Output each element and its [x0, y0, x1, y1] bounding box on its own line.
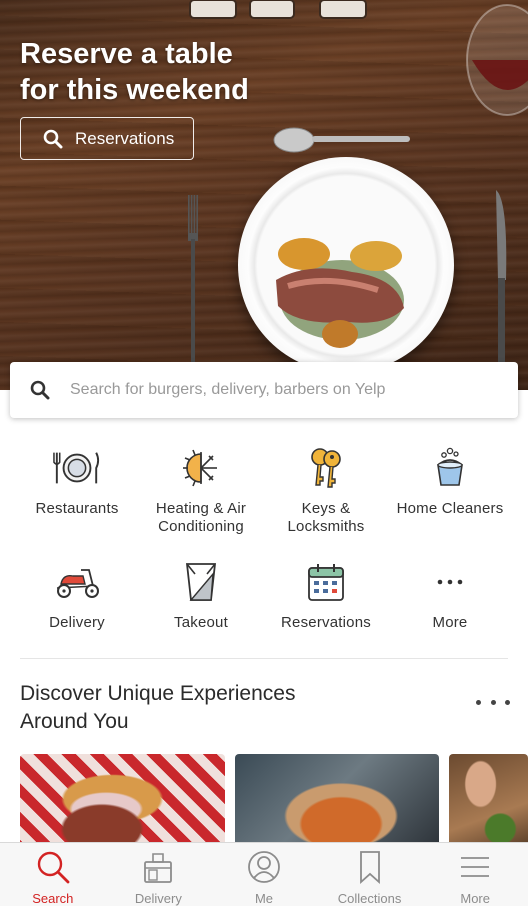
tab-search[interactable]: Search — [0, 843, 106, 906]
category-label: More — [432, 614, 468, 631]
experience-card[interactable] — [20, 754, 225, 854]
more-dot-icon — [505, 699, 510, 705]
cleaning-bucket-icon — [426, 444, 474, 492]
category-delivery[interactable]: Delivery — [15, 558, 139, 632]
tab-delivery[interactable]: Delivery — [106, 843, 212, 906]
tab-more[interactable]: More — [422, 843, 528, 906]
category-label: Home Cleaners — [396, 500, 504, 517]
sun-snowflake-icon — [177, 444, 225, 492]
category-label: Restaurants — [35, 500, 119, 517]
tab-label: More — [460, 891, 490, 906]
category-keys-locksmiths[interactable]: Keys & Locksmiths — [264, 444, 388, 536]
scooter-icon — [53, 558, 101, 606]
discover-title-line1: Discover Unique Experiences — [20, 682, 296, 705]
experience-card[interactable] — [235, 754, 439, 854]
category-label: Locksmiths — [287, 518, 365, 535]
tab-collections[interactable]: Collections — [317, 843, 423, 906]
hero-banner: Reserve a table for this weekend Reserva… — [0, 0, 528, 390]
category-heating-air[interactable]: Heating & Air Conditioning — [139, 444, 263, 536]
more-dot-icon — [476, 699, 481, 705]
experience-card[interactable] — [449, 754, 528, 854]
knife-decoration — [496, 190, 507, 365]
bookmark-icon — [353, 849, 387, 884]
reservations-button-label: Reservations — [75, 128, 175, 148]
more-dot-icon — [490, 699, 496, 705]
search-icon — [36, 849, 70, 884]
category-label: Heating & Air — [155, 500, 247, 517]
search-input[interactable] — [70, 381, 490, 399]
discover-more-button[interactable] — [476, 694, 510, 710]
category-takeout[interactable]: Takeout — [139, 558, 263, 632]
search-icon — [43, 129, 63, 148]
hero-title-line2: for this weekend — [20, 74, 249, 106]
tab-label: Me — [254, 891, 274, 906]
category-label: Reservations — [281, 614, 371, 631]
discover-title: Discover Unique Experiences Around You — [20, 680, 380, 736]
hamburger-menu-icon — [458, 849, 492, 884]
spoon-decoration — [273, 127, 410, 153]
category-restaurants[interactable]: Restaurants — [15, 444, 139, 518]
category-label: Delivery — [49, 614, 105, 631]
search-bar[interactable] — [10, 362, 518, 418]
discover-title-line2: Around You — [20, 710, 129, 733]
hero-title: Reserve a table for this weekend — [20, 36, 249, 108]
cups-decoration — [189, 0, 367, 19]
keys-icon — [302, 444, 350, 492]
food-decoration — [276, 238, 404, 348]
takeout-box-icon — [177, 558, 225, 606]
tab-label: Collections — [337, 891, 402, 906]
category-reservations[interactable]: Reservations — [264, 558, 388, 632]
reservations-button[interactable]: Reservations — [20, 117, 194, 160]
tab-label: Delivery — [134, 891, 182, 906]
tab-me[interactable]: Me — [211, 843, 317, 906]
category-label: Takeout — [174, 614, 228, 631]
category-home-cleaners[interactable]: Home Cleaners — [388, 444, 512, 518]
category-label: Conditioning — [158, 518, 244, 535]
tab-label: Search — [32, 891, 74, 906]
section-divider — [20, 658, 508, 659]
more-dots-icon — [426, 558, 474, 606]
bottom-tab-bar: Search Delivery Me Collections More — [0, 842, 528, 906]
category-more[interactable]: More — [388, 558, 512, 632]
fork-plate-knife-icon — [53, 444, 101, 492]
hero-title-line1: Reserve a table — [20, 38, 233, 70]
search-icon — [30, 380, 50, 400]
user-circle-icon — [247, 849, 281, 884]
calendar-icon — [302, 558, 350, 606]
fork-decoration — [188, 195, 198, 365]
delivery-bag-icon — [141, 849, 175, 884]
category-label: Keys & — [301, 500, 351, 517]
wine-glass-decoration — [466, 4, 528, 116]
